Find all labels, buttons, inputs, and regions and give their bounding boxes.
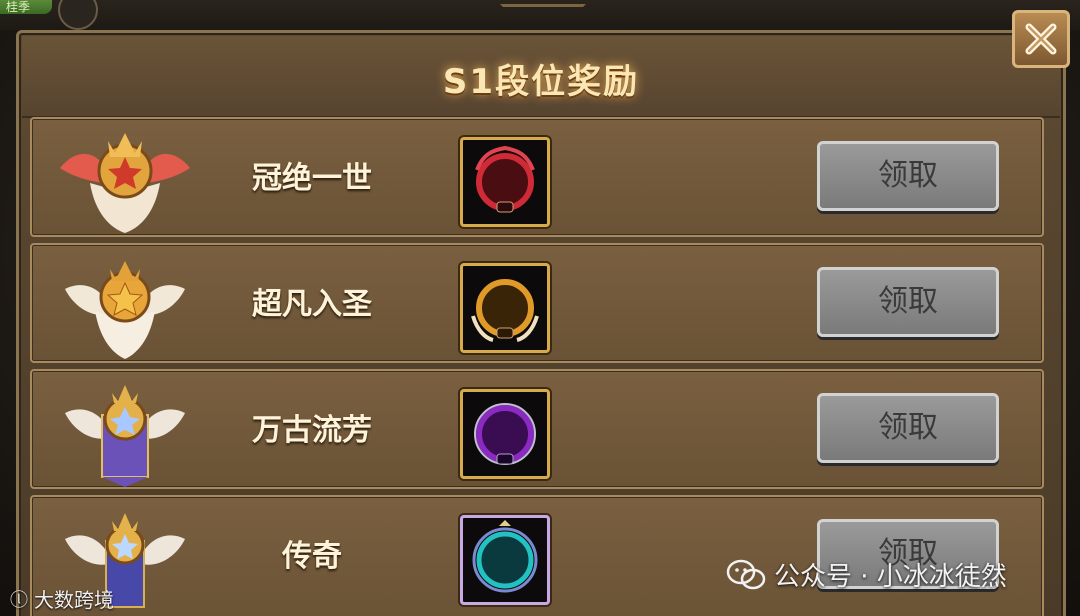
avatar-frame-icon — [472, 520, 538, 593]
rank-name: 传奇 — [282, 539, 342, 574]
background-tag: 桂季 — [0, 0, 52, 14]
close-button[interactable] — [1012, 10, 1070, 68]
dialog-title: S1段位奖励 — [442, 62, 640, 102]
claim-button[interactable]: 领取 — [817, 141, 999, 211]
rank-name: 超凡入圣 — [252, 287, 372, 322]
background-ornament — [500, 4, 586, 33]
watermark-right-text: 公众号 · 小冰冰徒然 — [774, 562, 1007, 592]
rank-badge-icon — [65, 385, 185, 487]
claim-button[interactable]: 领取 — [817, 393, 999, 463]
reward-list: 冠绝一世 领取 超凡入圣 领取 万古流芳 领取 传奇 领取 — [30, 117, 1044, 616]
game-scene: 桂季 S1段位奖励 冠绝一世 领取 超凡入圣 领取 万古流芳 领取 传奇 领取 … — [0, 0, 1080, 616]
rank-badge-icon — [65, 261, 185, 359]
dialog-title-bar: S1段位奖励 — [22, 36, 1060, 118]
rank-badge-icon — [60, 133, 190, 233]
reward-item[interactable] — [460, 515, 550, 605]
reward-row: 万古流芳 领取 — [30, 369, 1044, 489]
close-icon — [1025, 23, 1057, 55]
avatar-frame-icon — [475, 145, 535, 213]
reward-item[interactable] — [460, 137, 550, 227]
reward-item[interactable] — [460, 389, 550, 479]
claim-button[interactable]: 领取 — [817, 267, 999, 337]
rank-name: 冠绝一世 — [252, 161, 372, 196]
wechat-icon — [726, 559, 766, 589]
avatar-frame-icon — [471, 279, 539, 342]
avatar-frame-icon — [474, 403, 536, 465]
brand-logo-icon: ⓛ — [10, 589, 28, 611]
reward-row: 冠绝一世 领取 — [30, 117, 1044, 237]
reward-row: 超凡入圣 领取 — [30, 243, 1044, 363]
reward-item[interactable] — [460, 263, 550, 353]
watermark-left-text: 大数跨境 — [34, 588, 114, 612]
watermark-left: ⓛ 大数跨境 — [10, 584, 114, 613]
rank-name: 万古流芳 — [252, 413, 372, 448]
watermark-right: 公众号 · 小冰冰徒然 — [726, 556, 1007, 593]
